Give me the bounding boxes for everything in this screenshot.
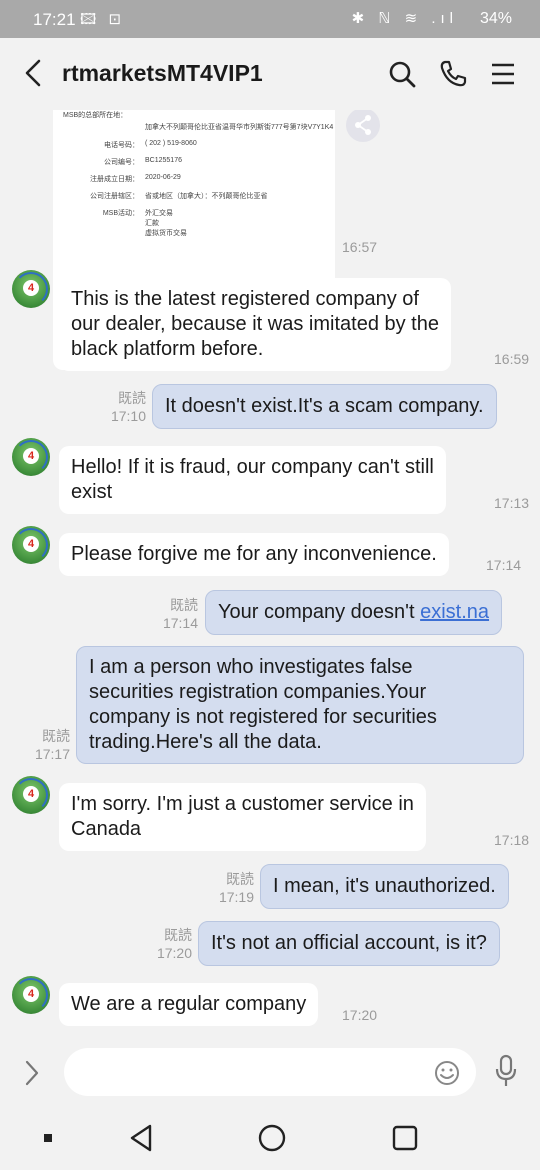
emoji-icon[interactable] xyxy=(434,1060,460,1086)
outgoing-message[interactable]: It's not an official account, is it? xyxy=(198,921,500,966)
message-time: 17:20 xyxy=(156,945,192,961)
chat-header: rtmarketsMT4VIP1 xyxy=(0,38,540,110)
incoming-message[interactable]: We are a regular company xyxy=(59,983,319,1026)
message-line: Please forgive me for any inconvenience. xyxy=(71,543,437,565)
message-composer xyxy=(0,1040,540,1106)
message-link[interactable]: exist.na xyxy=(420,601,489,623)
share-icon xyxy=(355,115,371,135)
message-line: It doesn't exist.It's a scam company. xyxy=(165,395,484,417)
avatar-badge: 4 xyxy=(23,280,39,296)
signal-icons: ✱ ℕ ≋ .ıl xyxy=(351,10,458,27)
incoming-message[interactable]: This is the latest registered company of… xyxy=(59,278,451,371)
read-receipt: 既読 17:19 xyxy=(208,870,254,906)
avatar[interactable]: 4 xyxy=(12,776,50,814)
outgoing-message[interactable]: It doesn't exist.It's a scam company. xyxy=(152,384,497,429)
incoming-message[interactable]: Hello! If it is fraud, our company can't… xyxy=(59,446,446,514)
message-line: It's not an official account, is it? xyxy=(211,932,487,954)
message-time: 17:17 xyxy=(34,746,70,762)
read-label: 既読 xyxy=(118,390,146,406)
read-label: 既読 xyxy=(170,597,198,613)
home-circle-icon[interactable] xyxy=(256,1122,288,1154)
message-line: trading.Here's all the data. xyxy=(89,731,322,753)
image-text-key: 公司注册辖区： xyxy=(90,193,139,200)
message-time: 17:20 xyxy=(342,1007,378,1023)
avatar[interactable]: 4 xyxy=(12,526,50,564)
notification-icons: 🖾 ⊡ xyxy=(80,11,126,28)
message-input[interactable] xyxy=(64,1048,476,1096)
image-text-key: 注册成立日期： xyxy=(90,176,139,183)
battery-level: 34% xyxy=(479,10,512,27)
avatar-badge: 4 xyxy=(23,448,39,464)
overview-square-icon[interactable] xyxy=(390,1122,420,1154)
image-text-value: BC1255176 xyxy=(145,157,182,164)
message-time: 16:59 xyxy=(494,351,530,367)
expand-icon[interactable] xyxy=(22,1058,42,1088)
read-label: 既読 xyxy=(42,728,70,744)
phone-icon[interactable] xyxy=(437,58,469,90)
message-time: 17:19 xyxy=(218,889,254,905)
avatar[interactable]: 4 xyxy=(12,270,50,308)
message-line: our dealer, because it was imitated by t… xyxy=(71,313,439,335)
message-time: 16:57 xyxy=(342,239,378,255)
read-receipt: 既読 17:14 xyxy=(152,596,198,632)
image-text-key: MSB活动： xyxy=(102,210,139,217)
read-receipt: 既読 17:20 xyxy=(146,926,192,962)
avatar[interactable]: 4 xyxy=(12,976,50,1014)
back-triangle-icon[interactable] xyxy=(126,1122,156,1154)
avatar-badge: 4 xyxy=(23,536,39,552)
search-icon[interactable] xyxy=(386,58,418,90)
message-line: I mean, it's unauthorized. xyxy=(273,875,496,897)
message-text: Your company doesn't xyxy=(218,601,421,623)
message-line: exist xyxy=(71,481,113,503)
message-line: black platform before. xyxy=(71,338,264,360)
message-time: 17:14 xyxy=(486,557,522,573)
read-receipt: 既読 17:10 xyxy=(100,389,146,425)
microphone-icon[interactable] xyxy=(494,1054,518,1088)
image-text-value: 2020-06-29 xyxy=(145,174,181,181)
image-text-value: ( 202 ) 519-8060 xyxy=(145,140,197,147)
message-line: Canada xyxy=(71,818,142,840)
read-receipt: 既読 17:17 xyxy=(24,727,70,763)
avatar[interactable]: 4 xyxy=(12,438,50,476)
image-text-row: MSB的总部所在地： xyxy=(63,110,127,120)
avatar-badge: 4 xyxy=(23,786,39,802)
chat-title: rtmarketsMT4VIP1 xyxy=(62,60,263,86)
system-navigation-bar xyxy=(0,1106,540,1170)
message-time: 17:18 xyxy=(494,832,530,848)
outgoing-message[interactable]: I am a person who investigates false sec… xyxy=(76,646,524,764)
avatar-badge: 4 xyxy=(23,986,39,1002)
message-line: I am a person who investigates false xyxy=(89,656,413,678)
status-bar: 17:21 🖾 ⊡ ✱ ℕ ≋ .ıl 34% xyxy=(0,0,540,38)
message-line: Hello! If it is fraud, our company can't… xyxy=(71,456,434,478)
image-text-key: 公司编号： xyxy=(104,159,139,166)
incoming-message[interactable]: Please forgive me for any inconvenience. xyxy=(59,533,449,576)
message-line: This is the latest registered company of xyxy=(71,288,419,310)
message-line: I'm sorry. I'm just a customer service i… xyxy=(71,793,414,815)
image-text-value: 省或地区（加拿大）：不列颠哥伦比亚省 xyxy=(145,193,268,200)
image-text-value: 汇款 xyxy=(145,220,159,227)
read-label: 既読 xyxy=(164,927,192,943)
message-line: securities registration companies.Your xyxy=(89,681,427,703)
image-text-value: 虚拟货币交易 xyxy=(145,230,187,237)
chat-message-list[interactable]: MSB的总部所在地： 加拿大不列颠哥伦比亚省温哥华市列斯街777号第7块V7Y1… xyxy=(0,110,540,1040)
status-time: 17:21 xyxy=(33,10,76,29)
read-label: 既読 xyxy=(226,871,254,887)
message-line: We are a regular company xyxy=(71,993,307,1015)
image-text-key: 电话号码： xyxy=(104,142,139,149)
image-text-value: 外汇交易 xyxy=(145,210,173,217)
image-text-key: MSB的总部所在地： xyxy=(63,112,128,119)
image-text-value: 加拿大不列颠哥伦比亚省温哥华市列斯街777号第7块V7Y1K4 xyxy=(145,124,334,131)
recents-dot-icon[interactable] xyxy=(42,1132,54,1144)
share-button[interactable] xyxy=(346,110,380,142)
outgoing-message[interactable]: Your company doesn't exist.na xyxy=(205,590,503,635)
message-line: company is not registered for securities xyxy=(89,706,437,728)
message-time: 17:13 xyxy=(494,495,530,511)
back-arrow-icon[interactable] xyxy=(22,58,46,88)
incoming-message[interactable]: I'm sorry. I'm just a customer service i… xyxy=(59,783,426,851)
menu-icon[interactable] xyxy=(487,58,519,90)
outgoing-message[interactable]: I mean, it's unauthorized. xyxy=(260,864,509,909)
message-time: 17:14 xyxy=(162,615,198,631)
message-time: 17:10 xyxy=(110,408,146,424)
